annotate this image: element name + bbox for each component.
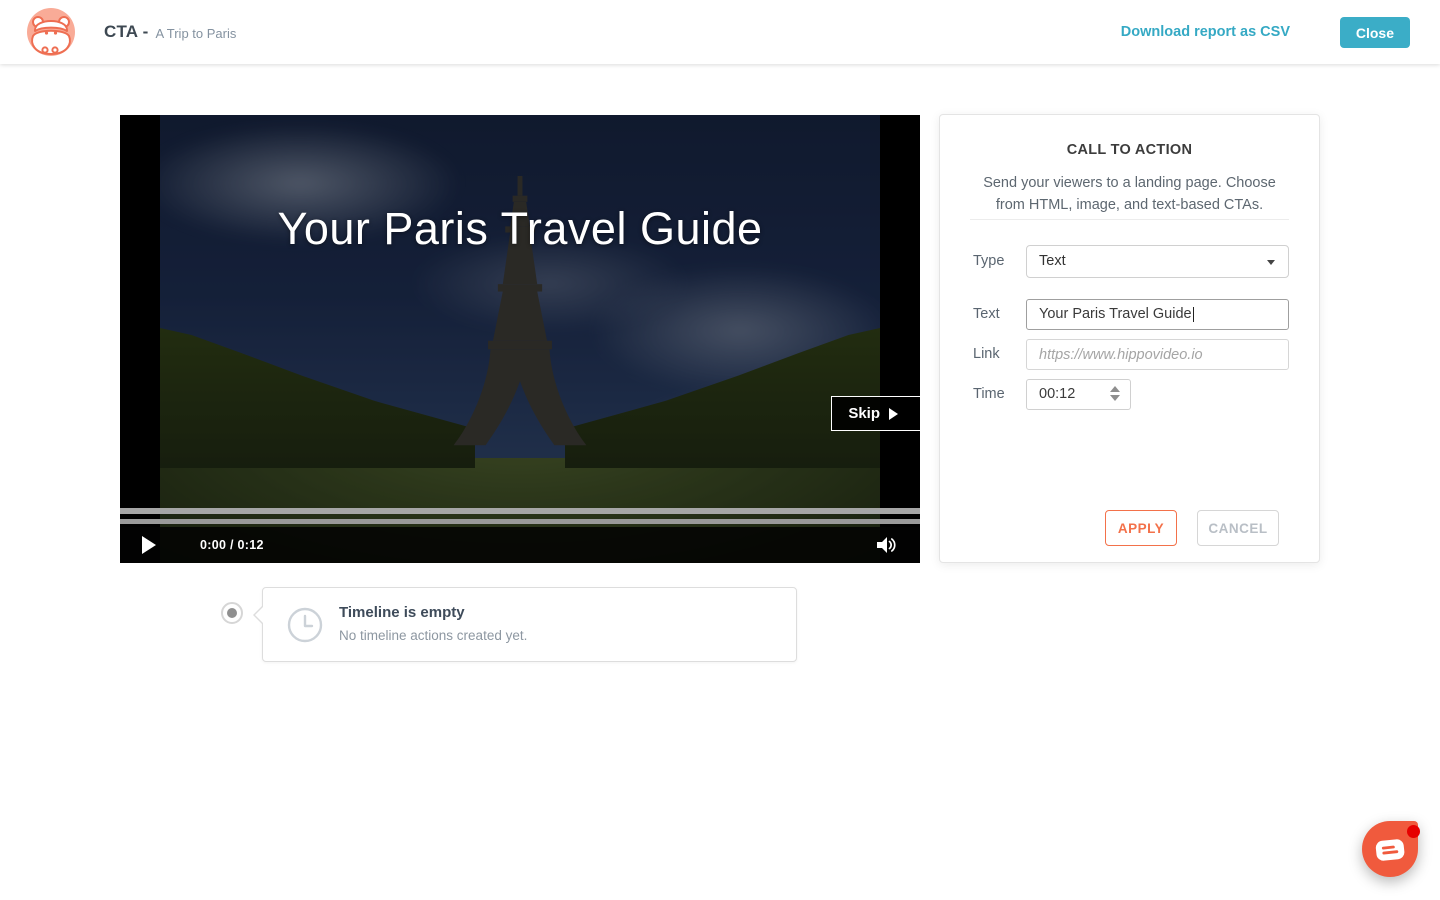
- player-control-bar: 0:00 / 0:12: [120, 527, 920, 563]
- notification-dot: [1407, 825, 1420, 838]
- hippo-logo-icon: [27, 8, 75, 56]
- cta-description: Send your viewers to a landing page. Cho…: [970, 173, 1289, 217]
- cta-heading: CALL TO ACTION: [940, 142, 1319, 158]
- type-select-value: Text: [1039, 253, 1066, 269]
- text-cursor: [1193, 307, 1194, 322]
- apply-button[interactable]: APPLY: [1105, 510, 1177, 546]
- stepper-up-icon[interactable]: [1110, 386, 1120, 392]
- timeline-marker-dot[interactable]: [221, 602, 243, 624]
- play-icon[interactable]: [142, 536, 156, 554]
- video-name: A Trip to Paris: [155, 24, 236, 41]
- skip-play-icon: [889, 408, 898, 420]
- cta-time-input[interactable]: 00:12: [1026, 379, 1131, 410]
- volume-icon[interactable]: [877, 536, 898, 554]
- link-label: Link: [973, 346, 1000, 362]
- cancel-button[interactable]: CANCEL: [1197, 510, 1279, 546]
- skip-label: Skip: [848, 405, 880, 422]
- dim-overlay: [160, 115, 880, 563]
- timeline-empty-card: Timeline is empty No timeline actions cr…: [262, 587, 797, 662]
- breadcrumb: CTA - A Trip to Paris: [104, 0, 236, 64]
- cta-time-value: 00:12: [1039, 386, 1075, 402]
- cta-text-value: Your Paris Travel Guide: [1039, 306, 1192, 322]
- app-header: CTA - A Trip to Paris Download report as…: [0, 0, 1440, 64]
- close-button[interactable]: Close: [1340, 17, 1410, 48]
- time-display: 0:00 / 0:12: [200, 538, 264, 552]
- seek-bar[interactable]: [120, 508, 920, 514]
- page-title: CTA -: [104, 22, 148, 42]
- timeline-empty-subtitle: No timeline actions created yet.: [339, 628, 527, 643]
- video-title-overlay: Your Paris Travel Guide: [120, 203, 920, 255]
- chat-launcher[interactable]: [1362, 821, 1418, 877]
- text-label: Text: [973, 306, 1000, 322]
- time-stepper[interactable]: [1110, 386, 1120, 401]
- clock-icon: [286, 606, 324, 644]
- buffer-bar[interactable]: [120, 519, 920, 524]
- download-csv-link[interactable]: Download report as CSV: [1121, 0, 1290, 64]
- video-frame: [160, 115, 880, 563]
- chat-icon: [1374, 836, 1406, 863]
- divider: [970, 219, 1289, 220]
- cta-panel: CALL TO ACTION Send your viewers to a la…: [939, 114, 1320, 563]
- time-label: Time: [973, 386, 1005, 402]
- type-select[interactable]: Text: [1026, 245, 1289, 278]
- timeline-empty-title: Timeline is empty: [339, 604, 465, 621]
- skip-button[interactable]: Skip: [831, 396, 920, 431]
- type-label: Type: [973, 253, 1004, 269]
- hippo-logo[interactable]: [27, 8, 75, 56]
- cta-link-input[interactable]: [1026, 339, 1289, 370]
- cta-text-input[interactable]: Your Paris Travel Guide: [1026, 299, 1289, 330]
- video-player[interactable]: Your Paris Travel Guide Skip 0:00 / 0:12: [120, 115, 920, 563]
- stepper-down-icon[interactable]: [1110, 395, 1120, 401]
- chevron-down-icon: [1267, 260, 1275, 265]
